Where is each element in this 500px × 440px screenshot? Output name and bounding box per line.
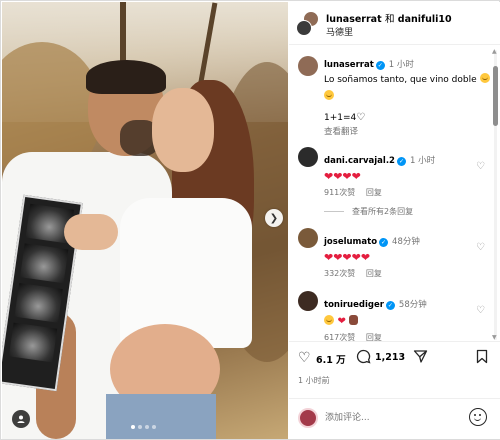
comment-text-line: ❤ bbox=[324, 314, 470, 328]
woman-shirt bbox=[120, 198, 252, 348]
comment-item: joselumato ✓ 48分钟 ❤❤❤❤❤ 332次赞 回复 ♡ bbox=[298, 228, 494, 278]
post-actions-bar: ♡ 6.1 万 1,213 1 小时前 bbox=[289, 341, 500, 393]
tagged-users-button[interactable] bbox=[12, 410, 30, 428]
comment-time[interactable]: 48分钟 bbox=[392, 237, 420, 247]
reply-button[interactable]: 回复 bbox=[366, 333, 382, 341]
caption-time[interactable]: 1 小时 bbox=[389, 60, 414, 70]
current-user-avatar bbox=[298, 408, 318, 428]
caption-text: Lo soñamos tanto, que vino doble bbox=[324, 75, 477, 85]
comment-username[interactable]: joselumato bbox=[324, 237, 377, 247]
next-photo-button[interactable]: ❯ bbox=[265, 209, 283, 227]
replies-divider bbox=[324, 211, 344, 212]
avatar[interactable] bbox=[298, 147, 318, 167]
emoji-picker-smile-icon[interactable] bbox=[469, 408, 487, 426]
woman-jeans bbox=[106, 394, 216, 439]
pregnant-woman-emoji-icon bbox=[349, 315, 359, 325]
comment-item: toniruediger ✓ 58分钟 ❤ 617次赞 回复 ♡ bbox=[298, 291, 494, 341]
scroll-down-arrow-icon[interactable]: ▼ bbox=[492, 334, 497, 341]
carousel-dot bbox=[138, 425, 142, 429]
comment-time[interactable]: 58分钟 bbox=[399, 300, 427, 310]
hugging-face-emoji-icon bbox=[324, 315, 334, 325]
comment-time[interactable]: 1 小时 bbox=[410, 156, 435, 166]
scroll-up-arrow-icon[interactable]: ▲ bbox=[492, 48, 497, 55]
carousel-dot bbox=[131, 425, 135, 429]
post-dialog: ❯ lunaserrat 和 danifuli10 马德里 lunaserrat… bbox=[0, 0, 500, 440]
post-side-panel: lunaserrat 和 danifuli10 马德里 lunaserrat ✓ 1… bbox=[289, 2, 500, 439]
comment-like-count[interactable]: 617次赞 bbox=[324, 333, 355, 341]
chevron-right-icon: ❯ bbox=[269, 212, 279, 224]
comment-text: ❤❤❤❤ bbox=[324, 170, 361, 183]
post-header: lunaserrat 和 danifuli10 马德里 bbox=[289, 2, 500, 45]
post-time-ago[interactable]: 1 小时前 bbox=[298, 375, 330, 386]
share-paper-plane-icon[interactable] bbox=[413, 349, 428, 368]
reply-button[interactable]: 回复 bbox=[366, 269, 382, 278]
avatar bbox=[296, 20, 312, 36]
avatar[interactable] bbox=[298, 56, 318, 76]
carousel-dot bbox=[152, 425, 156, 429]
like-comment-heart-icon[interactable]: ♡ bbox=[476, 305, 485, 316]
man-hair bbox=[86, 60, 166, 94]
hugging-face-emoji-icon bbox=[324, 90, 334, 100]
like-comment-heart-icon[interactable]: ♡ bbox=[476, 242, 485, 253]
like-heart-icon[interactable]: ♡ bbox=[298, 350, 311, 366]
hugging-face-emoji-icon bbox=[479, 73, 490, 83]
caption-emoji-line bbox=[324, 90, 490, 104]
white-heart-emoji-icon: ♡ bbox=[356, 112, 366, 123]
caption-equation: 1+1=4 bbox=[324, 113, 357, 123]
post-photo[interactable]: ❯ bbox=[2, 2, 288, 439]
avatar[interactable] bbox=[298, 228, 318, 248]
avatar[interactable] bbox=[298, 291, 318, 311]
verified-badge-icon: ✓ bbox=[385, 301, 395, 310]
add-comment-input[interactable] bbox=[325, 410, 455, 426]
location-link[interactable]: 马德里 bbox=[326, 25, 353, 38]
author-avatars[interactable] bbox=[296, 11, 322, 37]
see-translation-link[interactable]: 查看翻译 bbox=[324, 125, 490, 137]
author-conjunction: 和 bbox=[384, 14, 395, 25]
carousel-dot bbox=[145, 425, 149, 429]
view-replies-link[interactable]: 查看所有2条回复 bbox=[324, 206, 413, 217]
comment-like-count[interactable]: 911次赞 bbox=[324, 188, 355, 197]
scrollbar-thumb[interactable] bbox=[493, 66, 498, 126]
verified-badge-icon: ✓ bbox=[375, 61, 385, 70]
caption-text-block: Lo soñamos tanto, que vino doble bbox=[324, 73, 490, 87]
comments-scroll-area[interactable]: lunaserrat ✓ 1 小时 Lo soñamos tanto, que vi… bbox=[289, 46, 494, 341]
comment-username[interactable]: toniruediger bbox=[324, 300, 384, 310]
comment-like-count[interactable]: 332次赞 bbox=[324, 269, 355, 278]
comment-item: dani.carvajal.2 ✓ 1 小时 ❤❤❤❤ 911次赞 回复 ♡ bbox=[298, 147, 494, 197]
verified-badge-icon: ✓ bbox=[379, 238, 389, 247]
like-comment-heart-icon[interactable]: ♡ bbox=[476, 161, 485, 172]
carousel-indicator bbox=[131, 425, 156, 429]
comments-scrollbar[interactable]: ▲ ▼ bbox=[492, 48, 498, 341]
woman-hand bbox=[64, 214, 118, 250]
caption-username[interactable]: lunaserrat bbox=[324, 60, 374, 70]
likes-count[interactable]: 6.1 万 bbox=[316, 352, 346, 366]
reply-button[interactable]: 回复 bbox=[366, 188, 382, 197]
author-link[interactable]: lunaserrat bbox=[326, 14, 382, 25]
comment-text: ❤❤❤❤❤ bbox=[324, 251, 371, 264]
view-replies-label: 查看所有2条回复 bbox=[352, 207, 414, 216]
user-icon bbox=[17, 415, 25, 423]
author-link[interactable]: danifuli10 bbox=[398, 14, 452, 25]
comments-count[interactable]: 1,213 bbox=[375, 352, 405, 363]
caption-equation-line: 1+1=4♡ bbox=[324, 112, 490, 123]
author-names: lunaserrat 和 danifuli10 bbox=[326, 11, 452, 25]
verified-badge-icon: ✓ bbox=[396, 157, 406, 166]
comment-bubble-icon[interactable] bbox=[356, 349, 371, 368]
comment-username[interactable]: dani.carvajal.2 bbox=[324, 156, 395, 166]
woman-face bbox=[152, 88, 214, 172]
comment-text: ❤ bbox=[337, 316, 346, 327]
save-bookmark-icon[interactable] bbox=[476, 349, 488, 368]
comment-composer bbox=[289, 398, 500, 439]
